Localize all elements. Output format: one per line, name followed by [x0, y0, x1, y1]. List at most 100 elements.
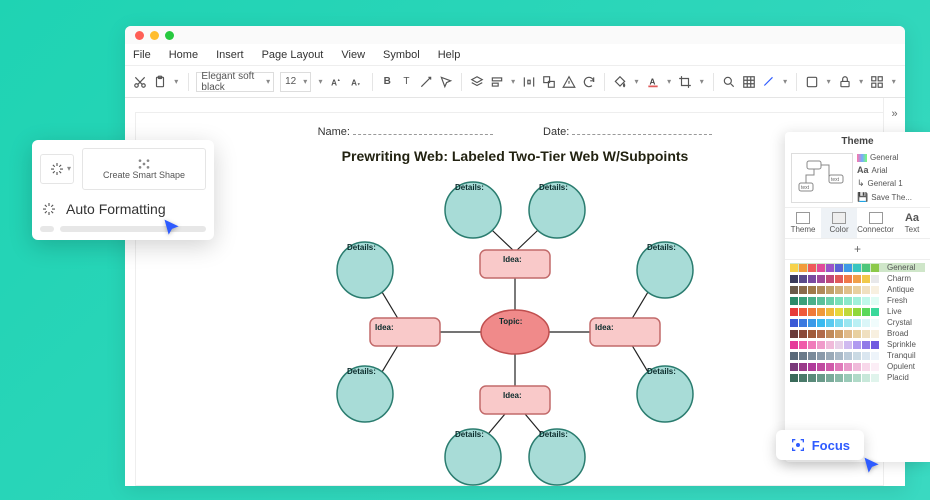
bold-icon[interactable]: B: [381, 74, 394, 90]
color-scheme-row[interactable]: Sprinkle: [790, 340, 925, 349]
window-minimize-icon[interactable]: [150, 31, 159, 40]
color-swatch[interactable]: [790, 286, 798, 294]
tab-text[interactable]: AaText: [894, 208, 930, 238]
cut-icon[interactable]: [133, 74, 147, 90]
color-swatch[interactable]: [862, 330, 870, 338]
line-style-icon[interactable]: [762, 74, 776, 90]
idea-box[interactable]: Idea:: [590, 318, 660, 346]
detail-bubble[interactable]: Details:: [445, 182, 501, 238]
lock-icon[interactable]: [838, 74, 852, 90]
color-swatch[interactable]: [826, 275, 834, 283]
menu-item-symbol[interactable]: Symbol: [383, 49, 420, 61]
diagram[interactable]: Details: Details: Details: Details: Deta…: [315, 172, 715, 486]
color-swatch[interactable]: [817, 275, 825, 283]
color-swatch[interactable]: [835, 297, 843, 305]
idea-box[interactable]: Idea:: [480, 386, 550, 414]
color-swatch[interactable]: [844, 374, 852, 382]
color-swatch[interactable]: [790, 330, 798, 338]
connector-icon[interactable]: [419, 74, 433, 90]
color-swatch[interactable]: [799, 264, 807, 272]
color-swatch[interactable]: [790, 341, 798, 349]
color-swatch[interactable]: [853, 319, 861, 327]
font-select[interactable]: Elegant soft black: [196, 72, 274, 92]
color-swatch[interactable]: [808, 341, 816, 349]
color-swatch[interactable]: [790, 264, 798, 272]
color-swatch[interactable]: [862, 286, 870, 294]
color-swatch[interactable]: [844, 297, 852, 305]
auto-format-icon-button[interactable]: ▾: [40, 154, 74, 184]
color-swatch[interactable]: [835, 264, 843, 272]
color-swatch[interactable]: [835, 363, 843, 371]
color-scheme-row[interactable]: Tranquil: [790, 351, 925, 360]
color-swatch[interactable]: [826, 330, 834, 338]
menu-item-insert[interactable]: Insert: [216, 49, 244, 61]
color-swatch[interactable]: [790, 297, 798, 305]
rotate-icon[interactable]: [582, 74, 596, 90]
color-scheme-row[interactable]: Antique: [790, 285, 925, 294]
color-swatch[interactable]: [862, 341, 870, 349]
color-swatch[interactable]: [826, 352, 834, 360]
color-swatch[interactable]: [808, 319, 816, 327]
color-swatch[interactable]: [790, 363, 798, 371]
color-swatch[interactable]: [799, 319, 807, 327]
color-swatch[interactable]: [862, 374, 870, 382]
color-swatch[interactable]: [799, 308, 807, 316]
color-swatch[interactable]: [835, 341, 843, 349]
color-swatch[interactable]: [817, 264, 825, 272]
color-swatch[interactable]: [844, 286, 852, 294]
color-swatch[interactable]: [790, 275, 798, 283]
color-swatch[interactable]: [871, 374, 879, 382]
color-swatch[interactable]: [871, 341, 879, 349]
tab-color[interactable]: Color: [821, 208, 857, 238]
color-swatch[interactable]: [817, 319, 825, 327]
idea-box[interactable]: Idea:: [370, 318, 440, 346]
color-swatch[interactable]: [799, 363, 807, 371]
color-swatch[interactable]: [808, 363, 816, 371]
color-swatch[interactable]: [835, 319, 843, 327]
color-swatch[interactable]: [862, 363, 870, 371]
detail-bubble[interactable]: Details:: [445, 429, 501, 485]
distribute-icon[interactable]: [522, 74, 536, 90]
shape-style-icon[interactable]: [805, 74, 819, 90]
text-icon[interactable]: T: [400, 74, 413, 90]
color-swatch[interactable]: [871, 352, 879, 360]
color-swatch[interactable]: [844, 352, 852, 360]
color-swatch[interactable]: [835, 352, 843, 360]
color-swatch[interactable]: [853, 363, 861, 371]
detail-bubble[interactable]: Details:: [637, 366, 693, 422]
color-swatch[interactable]: [835, 330, 843, 338]
font-color-dropdown-icon[interactable]: ▾: [666, 77, 673, 86]
color-swatch[interactable]: [844, 319, 852, 327]
color-swatch[interactable]: [862, 297, 870, 305]
color-swatch[interactable]: [844, 363, 852, 371]
fill-dropdown-icon[interactable]: ▾: [633, 77, 640, 86]
color-scheme-row[interactable]: Placid: [790, 373, 925, 382]
color-swatch[interactable]: [826, 286, 834, 294]
table-icon[interactable]: [742, 74, 756, 90]
lock-dropdown-icon[interactable]: ▾: [858, 77, 865, 86]
window-close-icon[interactable]: [135, 31, 144, 40]
create-smart-shape-button[interactable]: Create Smart Shape: [82, 148, 206, 190]
color-swatch[interactable]: [871, 275, 879, 283]
color-swatch[interactable]: [853, 286, 861, 294]
detail-bubble[interactable]: Details:: [529, 182, 585, 238]
color-swatch[interactable]: [826, 374, 834, 382]
color-swatch[interactable]: [853, 374, 861, 382]
tab-connector[interactable]: Connector: [857, 208, 894, 238]
color-swatch[interactable]: [862, 319, 870, 327]
color-scheme-row[interactable]: Broad: [790, 329, 925, 338]
align-icon[interactable]: [490, 74, 504, 90]
color-swatch[interactable]: [853, 297, 861, 305]
color-swatch[interactable]: [826, 341, 834, 349]
color-swatch[interactable]: [835, 374, 843, 382]
color-swatch[interactable]: [853, 352, 861, 360]
color-swatch[interactable]: [844, 264, 852, 272]
color-swatch[interactable]: [871, 330, 879, 338]
color-swatch[interactable]: [799, 352, 807, 360]
focus-button[interactable]: Focus: [776, 430, 864, 460]
color-swatch[interactable]: [799, 330, 807, 338]
color-swatch[interactable]: [799, 374, 807, 382]
color-swatch[interactable]: [817, 363, 825, 371]
color-swatch[interactable]: [871, 286, 879, 294]
font-decrease-icon[interactable]: A▾: [350, 74, 364, 90]
